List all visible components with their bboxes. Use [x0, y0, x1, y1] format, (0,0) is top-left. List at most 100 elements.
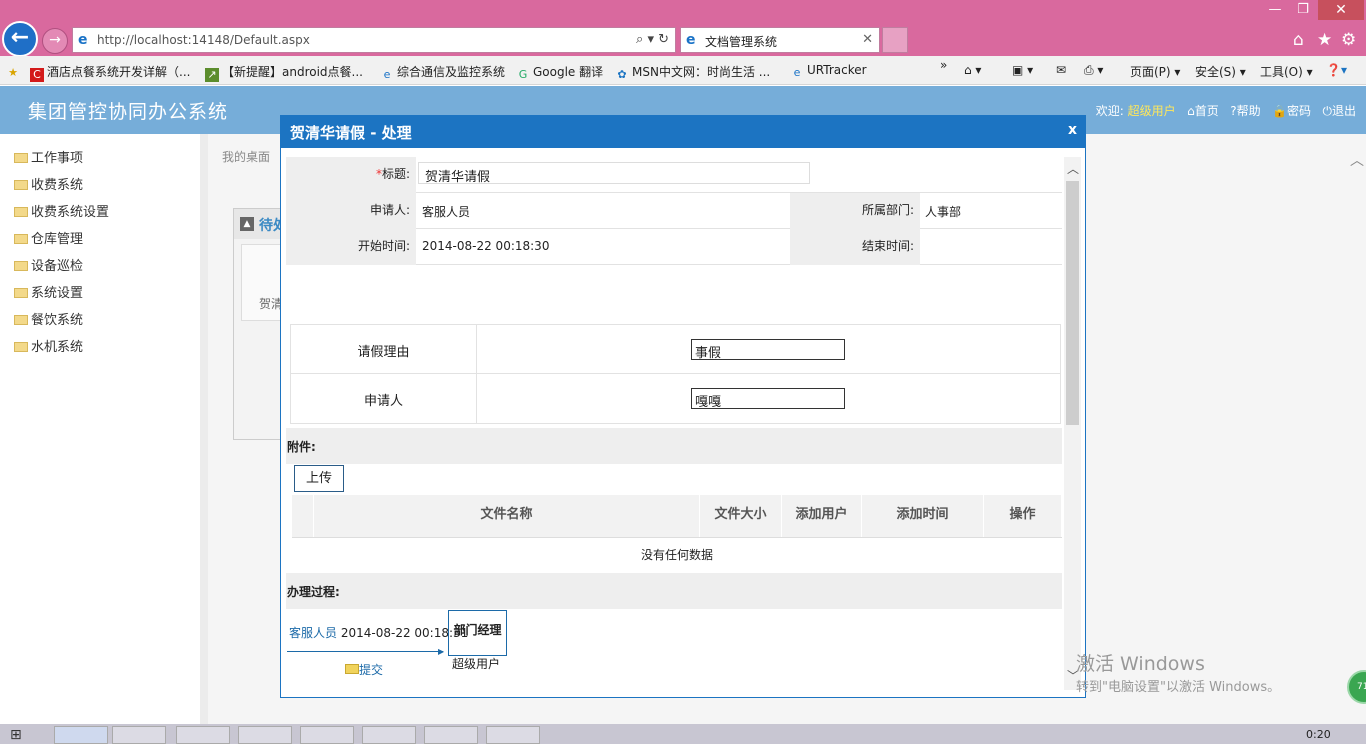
welcome-label: 欢迎: — [1095, 104, 1124, 118]
favorites-add-icon[interactable]: ★ — [6, 63, 23, 80]
mail-icon[interactable]: ✉ — [1056, 63, 1066, 77]
window-close-button[interactable]: ✕ — [1318, 0, 1364, 20]
reason-input[interactable]: 事假 — [691, 339, 845, 361]
taskbar-word-icon[interactable] — [362, 726, 416, 744]
address-controls-icon[interactable]: ⌕ ▾ ↻ — [636, 32, 669, 47]
dialog-close-button[interactable]: x — [1068, 122, 1077, 138]
house-icon: ⌂ — [1187, 104, 1195, 118]
help-link[interactable]: ?帮助 — [1230, 104, 1260, 118]
feeds-icon[interactable]: ▣ ▾ — [1012, 63, 1033, 77]
applicant-value: 客服人员 — [422, 205, 471, 219]
favorite-link-4[interactable]: G Google 翻译 — [516, 63, 603, 82]
taskbar-clock[interactable]: 0:20 — [1306, 728, 1331, 741]
taskbar-photo-icon[interactable] — [424, 726, 478, 744]
sidebar-item-label: 系统设置 — [31, 286, 84, 301]
taskbar-ie-icon[interactable] — [54, 726, 108, 744]
sidebar-item-catering[interactable]: 餐饮系统 — [14, 309, 83, 328]
windows-start-icon[interactable]: ⊞ — [10, 727, 38, 744]
dialog-scroll-thumb[interactable] — [1066, 181, 1079, 425]
favorite-link-6[interactable]: e URTracker — [790, 63, 867, 80]
taskbar-notes-icon[interactable] — [238, 726, 292, 744]
sidebar-item-warehouse[interactable]: 仓库管理 — [14, 228, 83, 247]
user-bar: 欢迎: 超级用户 ⌂首页 ?帮助 🔒密码 ⏻退出 — [1096, 102, 1356, 119]
folder-icon — [14, 315, 28, 325]
envelope-add-icon — [345, 664, 359, 674]
applicant-label: 申请人: — [286, 193, 416, 229]
process-header: 办理过程: — [286, 573, 1062, 609]
column-file-size[interactable]: 文件大小 — [700, 495, 782, 537]
home-link[interactable]: ⌂首页 — [1187, 104, 1219, 118]
breadcrumb[interactable]: 我的桌面 — [222, 148, 270, 165]
minimize-icon[interactable]: — — [1264, 2, 1286, 18]
activation-watermark-text: 转到"电脑设置"以激活 Windows。 — [1076, 680, 1281, 695]
sidebar-item-billing-settings[interactable]: 收费系统设置 — [14, 201, 109, 220]
form-divider — [291, 373, 1060, 374]
collapse-triangle-icon[interactable]: ▲ — [240, 217, 254, 231]
logout-link[interactable]: ⏻退出 — [1322, 104, 1356, 118]
dialog-scrollbar[interactable]: ︿ ﹀ — [1064, 157, 1081, 690]
password-link[interactable]: 🔒密码 — [1272, 104, 1311, 118]
help-icon[interactable]: ❓▾ — [1326, 63, 1347, 77]
address-bar[interactable]: e http://localhost:14148/Default.aspx ⌕ … — [72, 27, 676, 53]
power-icon: ⏻ — [1322, 104, 1332, 118]
sidebar: 工作事项 收费系统 收费系统设置 仓库管理 设备巡检 系统设置 餐饮系统 水机系… — [0, 134, 200, 724]
scroll-up-icon[interactable]: ︿ — [1067, 160, 1079, 177]
more-chevron-icon[interactable]: » — [940, 58, 947, 72]
column-added-by[interactable]: 添加用户 — [782, 495, 862, 537]
home-icon[interactable]: ⌂ — [1293, 30, 1304, 50]
settings-gear-icon[interactable]: ⚙ — [1341, 30, 1356, 50]
column-added-time[interactable]: 添加时间 — [862, 495, 984, 537]
folder-icon — [14, 261, 28, 271]
process-user-link[interactable]: 客服人员 — [289, 626, 337, 640]
page-menu[interactable]: 页面(P) ▾ — [1130, 63, 1180, 80]
column-actions[interactable]: 操作 — [984, 495, 1062, 537]
favorites-star-icon[interactable]: ★ — [1317, 30, 1332, 50]
taskbar-visualstudio-icon[interactable] — [300, 726, 354, 744]
taskbar: ⊞ 0:20 — [0, 724, 1366, 744]
tab-ie-icon: e — [686, 32, 696, 48]
page-menu-label: 页面(P) — [1130, 65, 1171, 79]
address-url[interactable]: http://localhost:14148/Default.aspx — [97, 33, 310, 47]
applicant2-input[interactable]: 嘎嘎 — [691, 388, 845, 410]
tab-close-icon[interactable]: ✕ — [862, 32, 873, 47]
subject-input[interactable]: 贺清华请假 — [418, 162, 810, 185]
folder-icon — [14, 207, 28, 217]
process-action[interactable]: 提交 — [345, 661, 383, 678]
current-username: 超级用户 — [1127, 104, 1176, 118]
sidebar-item-inspection[interactable]: 设备巡检 — [14, 255, 83, 274]
taskbar-chrome-icon[interactable] — [176, 726, 230, 744]
sidebar-splitter[interactable] — [200, 134, 208, 724]
sidebar-item-billing[interactable]: 收费系统 — [14, 174, 83, 193]
sidebar-item-system-settings[interactable]: 系统设置 — [14, 282, 83, 301]
process-action-label: 提交 — [359, 663, 384, 677]
favorite-link-2[interactable]: ↗ 【新提醒】android点餐... — [205, 63, 363, 82]
dialog-header[interactable]: 贺清华请假 - 处理 x — [281, 116, 1085, 148]
favorite-link-1[interactable]: C 酒店点餐系统开发详解（... — [30, 63, 190, 82]
home-menu-icon[interactable]: ⌂ ▾ — [964, 63, 981, 77]
taskbar-explorer-icon[interactable] — [112, 726, 166, 744]
sidebar-item-label: 收费系统 — [31, 178, 84, 193]
sidebar-item-water[interactable]: 水机系统 — [14, 336, 83, 355]
folder-icon — [14, 180, 28, 190]
folder-icon — [14, 153, 28, 163]
upload-button[interactable]: 上传 — [294, 465, 344, 492]
end-time-label: 结束时间: — [790, 229, 920, 265]
forward-button[interactable]: → — [42, 28, 68, 54]
scroll-up-icon[interactable]: ︿ — [1350, 153, 1364, 169]
back-button[interactable]: ← — [2, 21, 38, 57]
page-scrollbar[interactable]: ︿ — [1350, 150, 1366, 725]
restore-icon[interactable]: ❐ — [1292, 2, 1314, 18]
safety-menu[interactable]: 安全(S) ▾ — [1195, 63, 1246, 80]
browser-tab[interactable]: e 文档管理系统 ✕ — [680, 27, 880, 53]
activation-watermark-title: 激活 Windows — [1076, 653, 1205, 675]
favorite-link-5[interactable]: ✿ MSN中文网：时尚生活 ... — [615, 63, 770, 82]
next-step-box[interactable]: 部门经理 — [448, 610, 507, 656]
print-icon[interactable]: ⎙ ▾ — [1084, 63, 1103, 78]
favorite-link-3[interactable]: e 综合通信及监控系统 — [380, 63, 505, 82]
column-file-name[interactable]: 文件名称 — [314, 495, 700, 537]
subject-label: *标题: — [286, 157, 416, 193]
new-tab-button[interactable] — [882, 27, 908, 53]
taskbar-app-icon[interactable] — [486, 726, 540, 744]
tools-menu[interactable]: 工具(O) ▾ — [1260, 63, 1313, 80]
sidebar-item-work[interactable]: 工作事项 — [14, 147, 83, 166]
